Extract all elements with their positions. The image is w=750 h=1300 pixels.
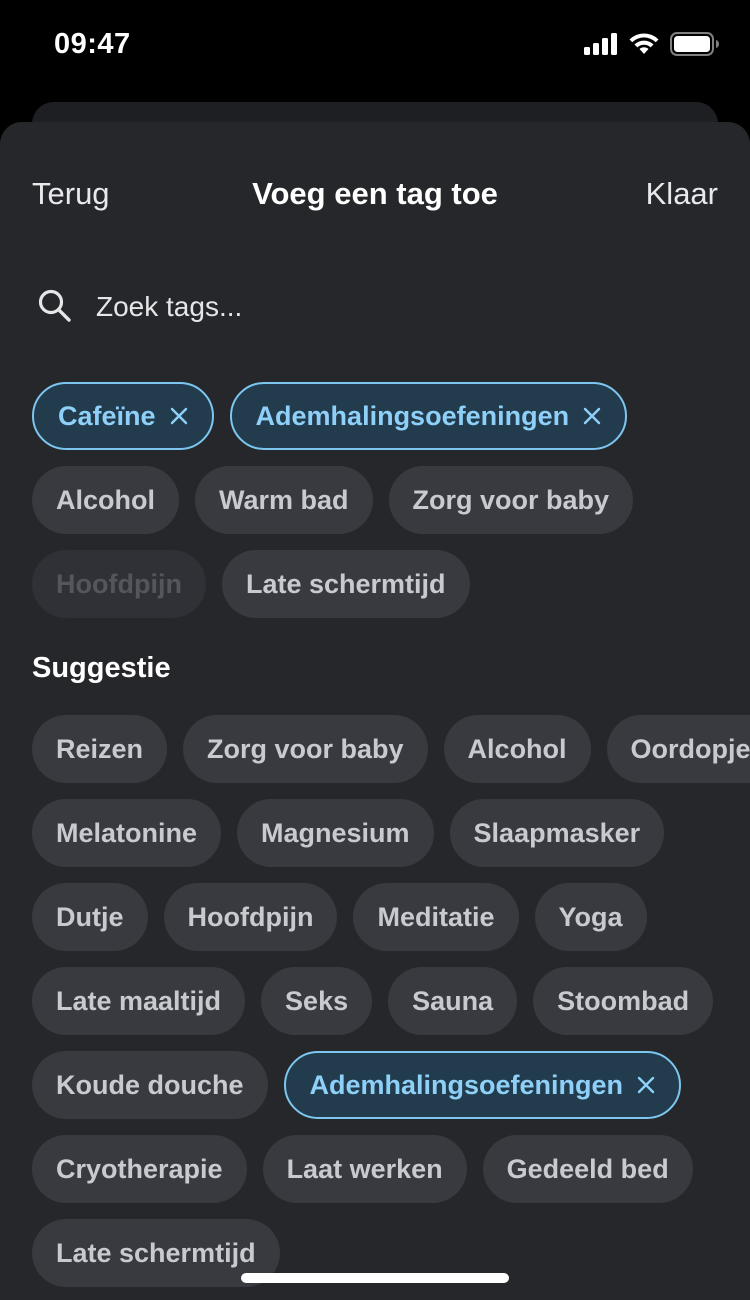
tag-chip-label: Reizen — [56, 733, 144, 764]
suggestions-title: Suggestie — [32, 652, 171, 684]
tag-chip[interactable]: Koude douche — [32, 1051, 268, 1119]
tag-chip-label: Ademhalingsoefeningen — [309, 1069, 624, 1100]
search-icon — [36, 287, 76, 327]
tag-chip[interactable]: Cryotherapie — [32, 1135, 247, 1203]
tag-chip-label: Cafeïne — [58, 400, 156, 431]
tag-chip[interactable]: Laat werken — [262, 1135, 467, 1203]
tag-chip: Hoofdpijn — [32, 550, 206, 618]
tag-chip[interactable]: Yoga — [534, 883, 647, 951]
tag-chip-label: Laat werken — [286, 1153, 443, 1184]
tag-chip-label: Hoofdpijn — [187, 901, 314, 932]
done-button[interactable]: Klaar — [646, 176, 718, 212]
tag-chip[interactable]: Meditatie — [353, 883, 519, 951]
close-icon[interactable] — [170, 407, 188, 425]
tag-chip-label: Slaapmasker — [473, 817, 641, 848]
suggested-tags: Reizen Zorg voor baby Alcohol Oordopjes Mela… — [0, 715, 750, 1287]
tag-chip-label: Ademhalingsoefeningen — [255, 400, 570, 431]
screen: 09:47 Terug Voeg een tag toe Klaar Zoek … — [0, 0, 750, 1300]
status-icons — [584, 32, 720, 61]
tag-chip-label: Oordopjes — [630, 733, 750, 764]
tag-chip-label: Alcohol — [56, 484, 155, 515]
sheet-header: Terug Voeg een tag toe Klaar — [0, 122, 750, 270]
tag-chip[interactable]: Alcohol — [443, 715, 591, 783]
tag-chip[interactable]: Cafeïne — [32, 382, 214, 450]
status-bar: 09:47 — [0, 0, 750, 92]
tag-chip-label: Late maaltijd — [56, 985, 222, 1016]
tag-chip[interactable]: Gedeeld bed — [482, 1135, 693, 1203]
tag-chip-label: Meditatie — [377, 901, 495, 932]
tag-chip-label: Gedeeld bed — [506, 1153, 669, 1184]
tag-chip[interactable]: Melatonine — [32, 799, 222, 867]
tag-chip-label: Warm bad — [219, 484, 349, 515]
tag-chip-label: Magnesium — [261, 817, 410, 848]
tag-chip-label: Yoga — [558, 901, 623, 932]
battery-icon — [670, 32, 720, 61]
tag-chip[interactable]: Late schermtijd — [221, 550, 470, 618]
tag-chip[interactable]: Ademhalingsoefeningen — [229, 382, 628, 450]
tag-chip[interactable]: Ademhalingsoefeningen — [283, 1051, 682, 1119]
tag-chip-label: Hoofdpijn — [56, 568, 182, 599]
tag-chip[interactable]: Seks — [261, 967, 373, 1035]
tag-chip-label: Seks — [285, 985, 349, 1016]
tag-chip[interactable]: Slaapmasker — [449, 799, 665, 867]
selected-tags: Cafeïne Ademhalingsoefeningen Alcohol Warm … — [0, 382, 750, 618]
tag-chip-label: Stoombad — [557, 985, 690, 1016]
status-time: 09:47 — [54, 28, 131, 60]
tag-chip[interactable]: Oordopjes — [606, 715, 750, 783]
tag-chip-label: Late schermtijd — [56, 1237, 256, 1268]
close-icon[interactable] — [583, 407, 601, 425]
tag-chip-label: Sauna — [412, 985, 494, 1016]
tag-chip-label: Dutje — [56, 901, 124, 932]
add-tag-sheet: Terug Voeg een tag toe Klaar Cafeïne Adem… — [0, 122, 750, 1300]
tag-chip[interactable]: Warm bad — [195, 466, 373, 534]
tag-chip[interactable]: Hoofdpijn — [163, 883, 338, 951]
cellular-signal-icon — [584, 33, 618, 60]
tag-chip-label: Koude douche — [56, 1069, 244, 1100]
tag-chip[interactable]: Late maaltijd — [32, 967, 246, 1035]
tag-chip[interactable]: Magnesium — [237, 799, 434, 867]
tag-chip-label: Alcohol — [467, 733, 567, 764]
tag-chip-label: Cryotherapie — [56, 1153, 223, 1184]
tag-chip[interactable]: Zorg voor baby — [388, 466, 634, 534]
search-input[interactable] — [96, 291, 656, 323]
page-title: Voeg een tag toe — [252, 176, 498, 211]
tag-chip[interactable]: Zorg voor baby — [183, 715, 428, 783]
tag-chip-label: Late schermtijd — [245, 568, 446, 599]
tag-chip-label: Zorg voor baby — [412, 484, 610, 515]
close-icon[interactable] — [637, 1076, 655, 1094]
tag-chip[interactable]: Alcohol — [32, 466, 179, 534]
search-bar[interactable] — [32, 270, 718, 344]
home-indicator — [241, 1273, 509, 1283]
tag-chip[interactable]: Sauna — [388, 967, 518, 1035]
wifi-icon — [628, 32, 660, 61]
tag-chip[interactable]: Stoombad — [533, 967, 714, 1035]
tag-chip[interactable]: Reizen — [32, 715, 168, 783]
tag-chip-label: Zorg voor baby — [207, 733, 404, 764]
tag-chip-label: Melatonine — [56, 817, 198, 848]
tag-chip[interactable]: Dutje — [32, 883, 148, 951]
